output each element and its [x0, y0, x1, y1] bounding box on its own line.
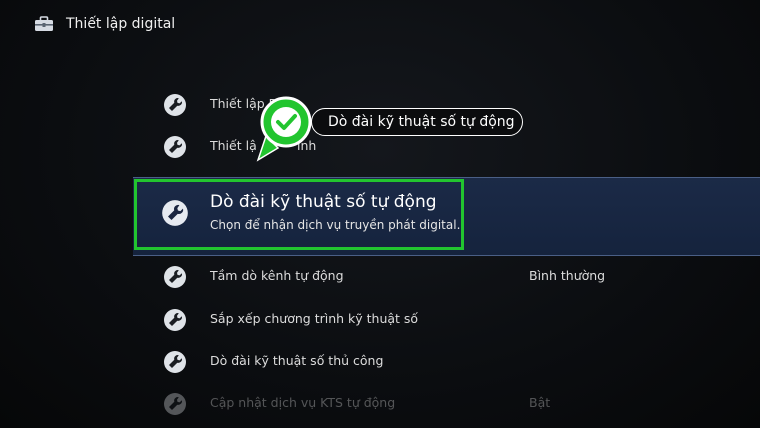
annotation-callout: Dò đài kỹ thuật số tự động: [311, 108, 523, 136]
callout-text: Dò đài kỹ thuật số tự động: [328, 114, 515, 130]
menu-item-label: Sắp xếp chương trình kỹ thuật số: [210, 311, 419, 326]
menu-item-label: Cập nhật dịch vụ KTS tự động: [210, 395, 396, 410]
wrench-icon: [164, 309, 186, 331]
page-header: Thiết lập digital: [34, 12, 175, 36]
menu-item-do-dai-thu-cong[interactable]: Dò đài kỹ thuật số thủ công: [133, 341, 760, 383]
menu-item-cap-nhat-dich-vu[interactable]: Cập nhật dịch vụ KTS tự động Bật: [133, 383, 760, 425]
toolbox-icon: [35, 16, 53, 31]
menu-item-value: Bật: [529, 395, 551, 410]
wrench-icon: [164, 136, 186, 158]
menu-item-value: Bình thường: [529, 268, 606, 283]
wrench-icon: [164, 94, 186, 116]
menu-item-sap-xep-chuong-trinh[interactable]: Sắp xếp chương trình kỹ thuật số: [133, 299, 760, 341]
wrench-icon: [164, 266, 186, 288]
wrench-icon: [164, 351, 186, 373]
menu-item-label: Tầm dò kênh tự động: [210, 268, 344, 283]
highlight-box: [134, 179, 464, 250]
page-title: Thiết lập digital: [66, 16, 176, 32]
menu-item-tam-do-kenh[interactable]: Tầm dò kênh tự động Bình thường: [133, 256, 760, 298]
menu-item-label: Dò đài kỹ thuật số thủ công: [210, 353, 384, 368]
wrench-icon: [164, 393, 186, 415]
check-pin-icon: [256, 96, 312, 162]
